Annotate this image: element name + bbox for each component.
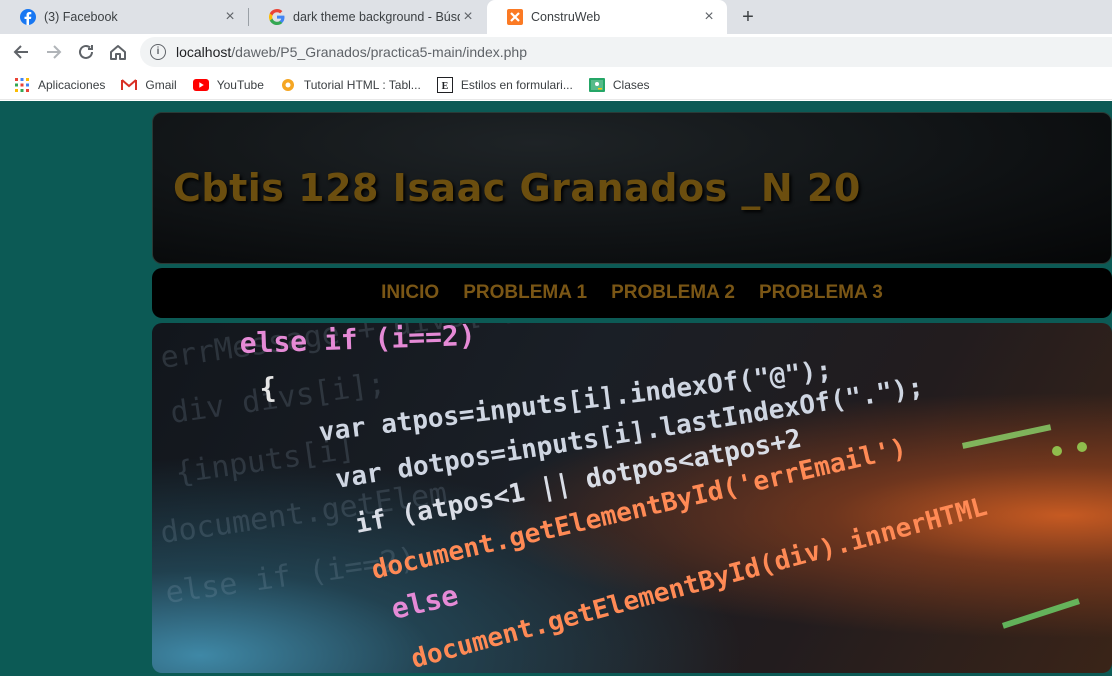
close-icon[interactable]: × bbox=[460, 9, 476, 25]
bookmark-label: Gmail bbox=[145, 77, 177, 92]
address-bar[interactable]: i localhost/daweb/P5_Granados/practica5-… bbox=[140, 37, 1112, 67]
close-icon[interactable]: × bbox=[701, 9, 717, 25]
gmail-icon bbox=[121, 77, 138, 93]
main-nav: INICIO PROBLEMA 1 PROBLEMA 2 PROBLEMA 3 bbox=[152, 268, 1112, 318]
bookmark-tutorial-html[interactable]: Tutorial HTML : Tabl... bbox=[280, 77, 421, 93]
hero-code-line: else if (i==2) bbox=[239, 323, 476, 360]
browser-toolbar: i localhost/daweb/P5_Granados/practica5-… bbox=[0, 34, 1112, 70]
bookmark-label: Tutorial HTML : Tabl... bbox=[303, 77, 421, 92]
home-icon[interactable] bbox=[107, 41, 129, 63]
bookmark-clases[interactable]: Clases bbox=[588, 77, 650, 93]
reload-icon[interactable] bbox=[75, 41, 97, 63]
bookmarks-bar: Aplicaciones Gmail YouTube Tutorial HTML… bbox=[0, 70, 1112, 100]
tab-google-search[interactable]: dark theme background - Búsqu × bbox=[249, 0, 486, 34]
tab-title: ConstruWeb bbox=[531, 10, 601, 24]
bookmark-gmail[interactable]: Gmail bbox=[121, 77, 177, 93]
nav-link-problema-1[interactable]: PROBLEMA 1 bbox=[463, 282, 587, 304]
classroom-icon bbox=[588, 77, 605, 93]
hero-code-line: document.getElementById(div).innerHTML bbox=[408, 492, 990, 673]
close-icon[interactable]: × bbox=[222, 9, 238, 25]
xampp-icon bbox=[507, 9, 523, 25]
facebook-icon bbox=[20, 9, 36, 25]
tab-title: (3) Facebook bbox=[44, 10, 118, 24]
google-icon bbox=[269, 9, 285, 25]
bookmark-label: Clases bbox=[612, 77, 650, 92]
svg-text:E: E bbox=[441, 81, 448, 92]
bookmark-label: Aplicaciones bbox=[38, 77, 106, 92]
nav-link-problema-3[interactable]: PROBLEMA 3 bbox=[759, 282, 883, 304]
hero-code-line: else bbox=[388, 578, 461, 625]
apps-grid-icon bbox=[14, 77, 30, 93]
back-arrow-icon[interactable] bbox=[10, 41, 32, 63]
tab-strip: (3) Facebook × dark theme background - B… bbox=[0, 0, 1112, 34]
url-host: localhost bbox=[176, 44, 232, 60]
info-icon[interactable]: i bbox=[150, 44, 166, 60]
code-illustration: errMessage + divs[i]; div divs[i]; {inpu… bbox=[158, 323, 1087, 673]
bookmark-aplicaciones[interactable]: Aplicaciones bbox=[14, 77, 105, 93]
hero-code-image: errMessage + divs[i]; div divs[i]; {inpu… bbox=[152, 323, 1112, 673]
bookmark-estilos[interactable]: E Estilos en formulari... bbox=[436, 76, 573, 93]
youtube-icon bbox=[192, 77, 209, 93]
bookmark-label: YouTube bbox=[216, 77, 264, 92]
forward-arrow-icon[interactable] bbox=[43, 41, 65, 63]
tab-title: dark theme background - Búsqu bbox=[293, 10, 460, 24]
hero-code-line: { bbox=[259, 371, 278, 405]
new-tab-plus-icon[interactable]: + bbox=[738, 7, 758, 27]
site-header: Cbtis 128 Isaac Granados _N 20 bbox=[152, 112, 1112, 264]
page-title: Cbtis 128 Isaac Granados _N 20 bbox=[173, 166, 861, 210]
bookmark-label: Estilos en formulari... bbox=[460, 77, 573, 92]
url-path: /daweb/P5_Granados/practica5-main/index.… bbox=[231, 44, 528, 60]
nav-link-problema-2[interactable]: PROBLEMA 2 bbox=[611, 282, 735, 304]
page-body: Cbtis 128 Isaac Granados _N 20 INICIO PR… bbox=[0, 101, 1112, 676]
tab-construweb-active[interactable]: ConstruWeb × bbox=[487, 0, 727, 34]
tab-facebook[interactable]: (3) Facebook × bbox=[0, 0, 248, 34]
bookmark-youtube[interactable]: YouTube bbox=[192, 77, 264, 93]
nav-link-inicio[interactable]: INICIO bbox=[381, 282, 439, 304]
tutorial-icon bbox=[280, 77, 296, 93]
estilos-icon: E bbox=[436, 76, 453, 93]
